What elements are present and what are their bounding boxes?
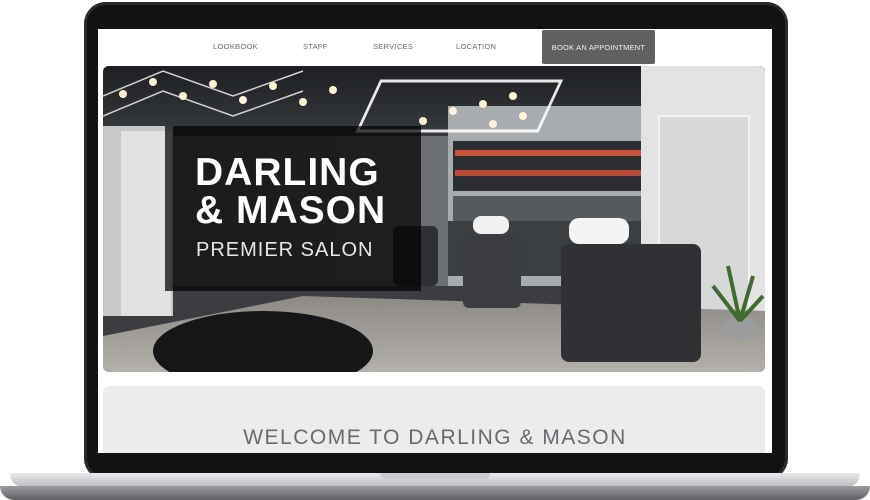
browser-screen: LOOKBOOK STAFF SERVICES LOCATION BOOK AN… xyxy=(98,29,772,453)
hero-subtitle: PREMIER SALON xyxy=(196,239,374,261)
nav-staff[interactable]: STAFF xyxy=(303,42,328,51)
laptop-notch xyxy=(380,473,490,479)
nav-services[interactable]: SERVICES xyxy=(373,42,413,51)
book-appointment-button[interactable]: BOOK AN APPOINTMENT xyxy=(542,30,655,64)
nav-location[interactable]: LOCATION xyxy=(456,42,496,51)
top-navigation: LOOKBOOK STAFF SERVICES LOCATION BOOK AN… xyxy=(98,29,772,65)
nav-lookbook[interactable]: LOOKBOOK xyxy=(213,42,258,51)
hero-banner: DARLING & MASON PREMIER SALON xyxy=(103,66,765,372)
laptop-base-shadow xyxy=(0,486,870,500)
hero-title: DARLING & MASON xyxy=(195,151,387,232)
welcome-heading: WELCOME TO DARLING & MASON xyxy=(243,426,627,449)
